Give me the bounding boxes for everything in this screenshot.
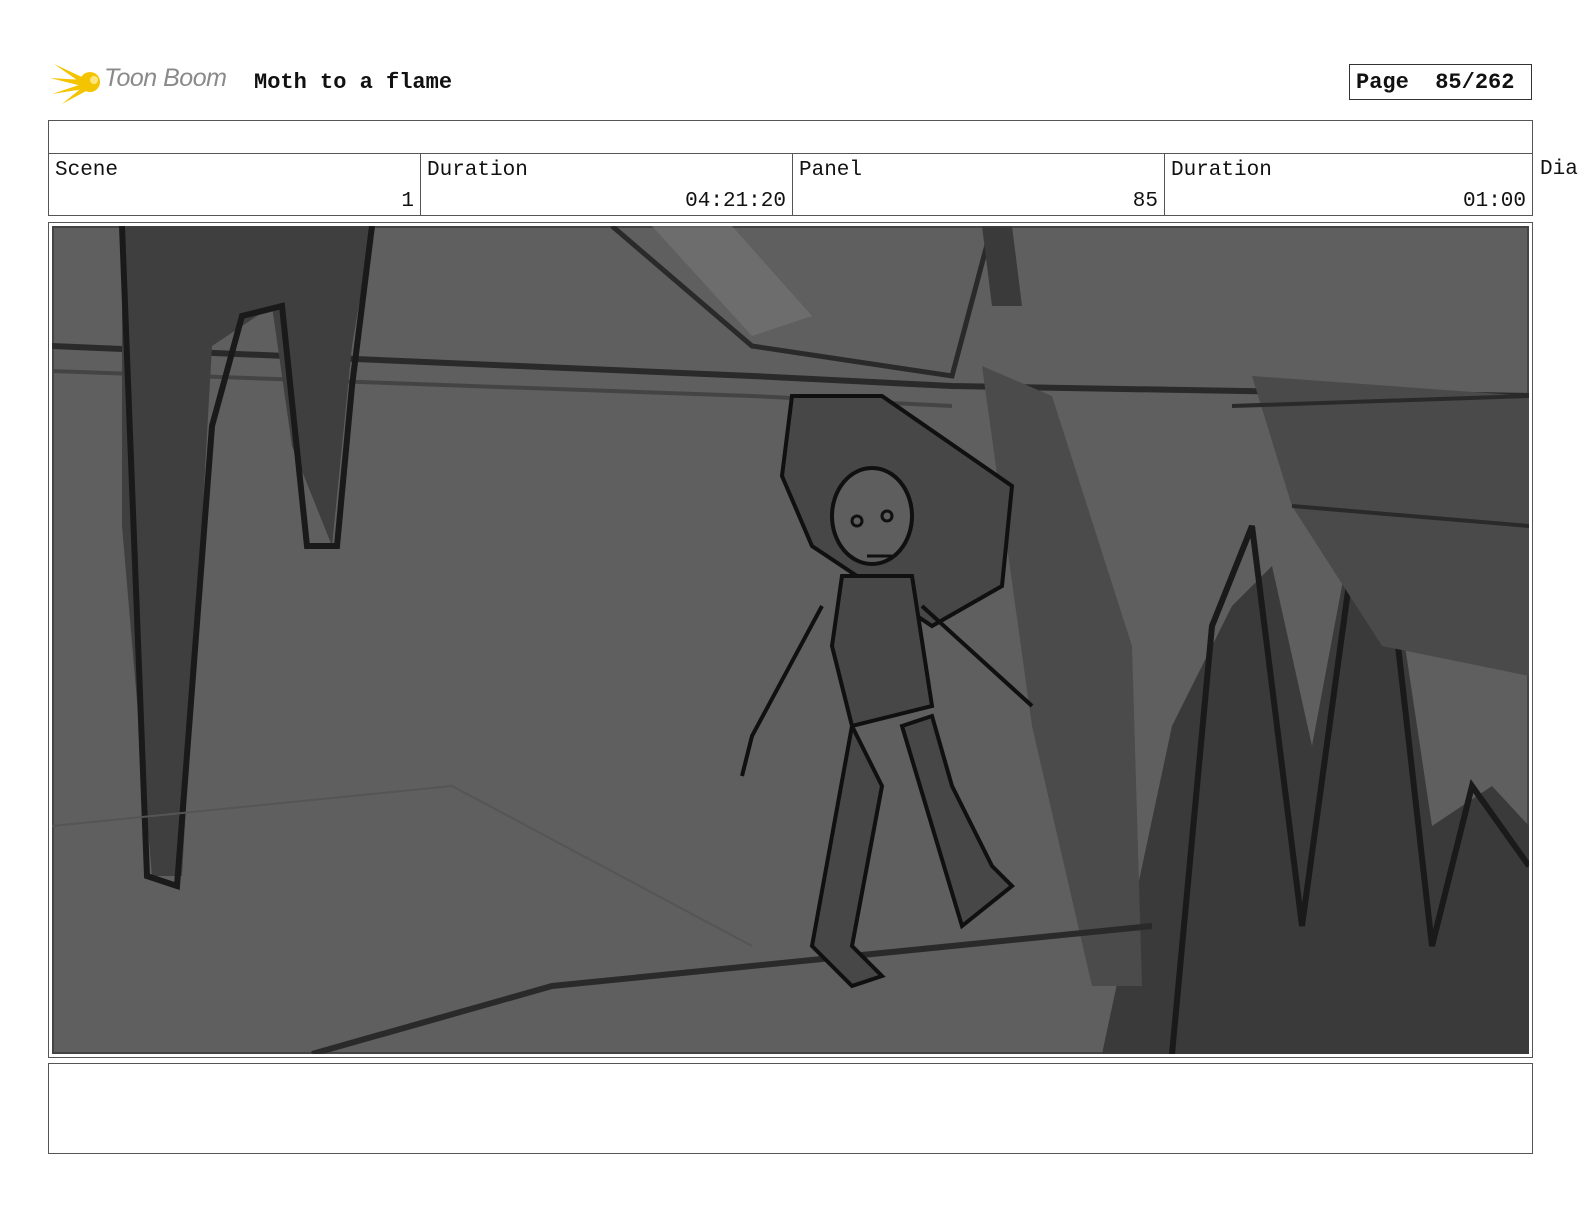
logo-wordmark: Toon Boom: [104, 64, 227, 92]
panel-value: 85: [1132, 190, 1158, 213]
scene-value: 1: [401, 190, 414, 213]
panel-duration-label: Duration: [1171, 159, 1272, 182]
page-label: Page: [1356, 69, 1409, 95]
panel-label: Panel: [799, 159, 863, 182]
info-strip-blank-row: [49, 121, 1532, 154]
project-title: Moth to a flame: [254, 70, 453, 95]
panel-field: Panel 85: [793, 153, 1165, 215]
panel-sketch-image: [52, 226, 1529, 1054]
panel-info-strip: Scene 1 Duration 04:21:20 Panel 85 Durat…: [48, 120, 1533, 216]
panel-duration-value: 01:00: [1462, 190, 1526, 213]
scene-duration-field: Duration 04:21:20: [421, 153, 793, 215]
page-number: 85/262: [1435, 69, 1515, 95]
panel-notes-box: [48, 1063, 1533, 1154]
scene-duration-value: 04:21:20: [685, 190, 786, 213]
dialog-label-cutoff: Dia: [1540, 158, 1578, 181]
scene-label: Scene: [55, 159, 119, 182]
panel-duration-field: Duration 01:00: [1165, 153, 1532, 215]
storyboard-panel: [48, 222, 1533, 1058]
scene-field: Scene 1: [49, 153, 421, 215]
scene-duration-label: Duration: [427, 159, 528, 182]
page-indicator: Page 85/262: [1349, 64, 1532, 100]
